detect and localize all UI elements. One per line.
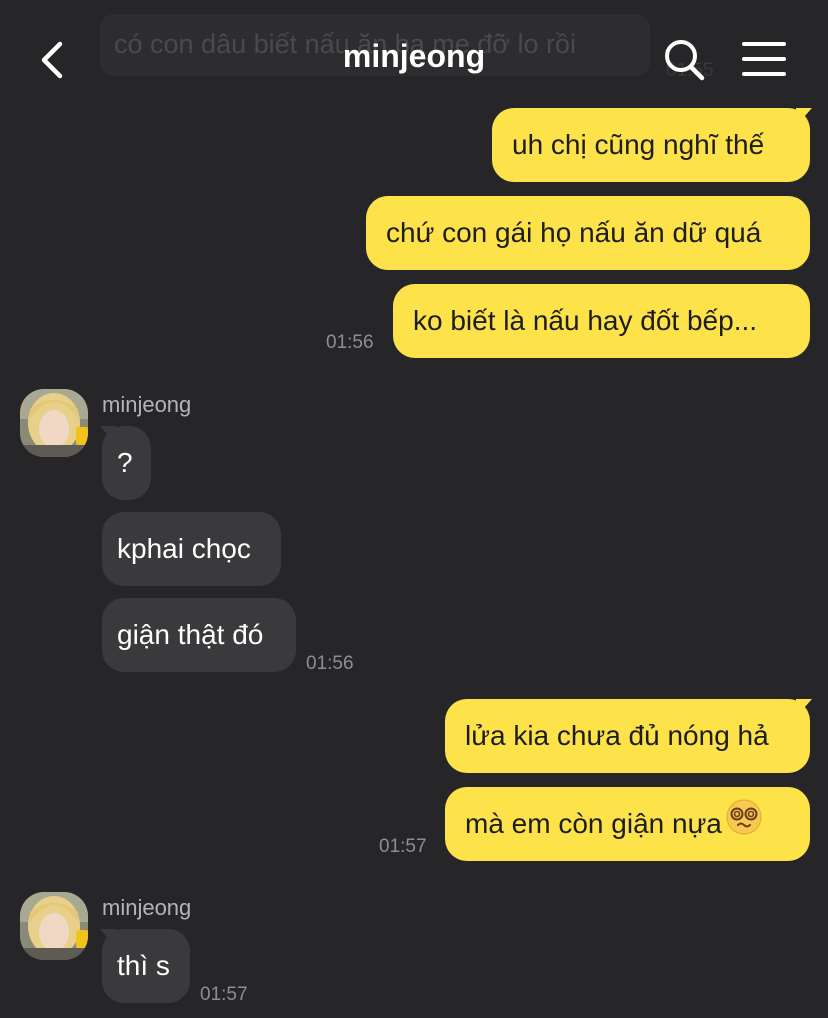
message-timestamp: 01:56 xyxy=(306,653,354,674)
my-message-bubble[interactable]: chứ con gái họ nấu ăn dữ quá xyxy=(366,196,810,270)
profile-photo xyxy=(20,389,88,457)
profile-photo xyxy=(20,892,88,960)
search-button[interactable] xyxy=(660,36,708,84)
their-message-bubble[interactable]: thì s xyxy=(102,929,190,1003)
dizzy-face-emoji xyxy=(726,789,762,863)
avatar[interactable] xyxy=(20,892,88,960)
message-timestamp: 01:56 xyxy=(326,332,374,353)
my-message-bubble[interactable]: mà em còn giận nựa xyxy=(445,787,810,861)
their-message-bubble[interactable]: kphai chọc xyxy=(102,512,281,586)
chat-screen: có con dâu biết nấu ăn ba mẹ đỡ lo rồi 0… xyxy=(0,0,828,1018)
avatar[interactable] xyxy=(20,389,88,457)
menu-button[interactable] xyxy=(740,40,788,80)
my-message-bubble[interactable]: ko biết là nấu hay đốt bếp... xyxy=(393,284,810,358)
message-timestamp: 01:57 xyxy=(379,836,427,857)
their-message-bubble[interactable]: giận thật đó xyxy=(102,598,296,672)
message-text: mà em còn giận nựa xyxy=(465,808,722,839)
my-message-bubble[interactable]: lửa kia chưa đủ nóng hả xyxy=(445,699,810,773)
search-icon xyxy=(665,40,705,81)
my-message-bubble[interactable]: uh chị cũng nghĩ thế xyxy=(492,108,810,182)
their-message-bubble[interactable]: ? xyxy=(102,426,151,500)
message-timestamp: 01:57 xyxy=(200,984,248,1005)
sender-name: minjeong xyxy=(102,392,192,417)
sender-name: minjeong xyxy=(102,895,192,920)
menu-icon xyxy=(742,42,786,76)
